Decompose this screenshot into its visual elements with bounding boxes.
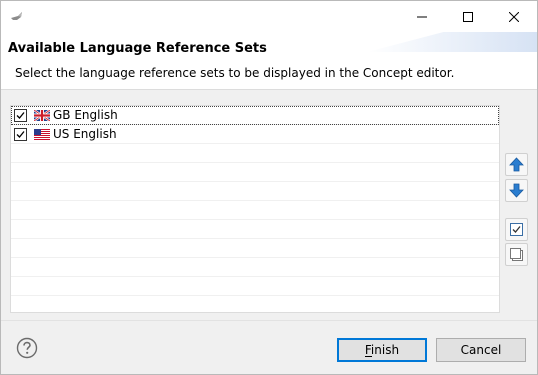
flag-us-icon — [34, 129, 50, 140]
list-item-label: US English — [53, 127, 117, 141]
arrow-down-icon — [509, 183, 524, 198]
maximize-button[interactable] — [445, 1, 491, 32]
empty-row — [11, 163, 499, 182]
empty-row — [11, 182, 499, 201]
maximize-icon — [463, 11, 473, 22]
checkbox[interactable] — [14, 128, 27, 141]
finish-label: Finish — [364, 343, 400, 357]
page-title: Available Language Reference Sets — [8, 41, 267, 56]
minimize-button[interactable] — [399, 1, 445, 32]
banner-decoration — [367, 32, 537, 52]
wizard-banner: Available Language Reference Sets Select… — [1, 32, 537, 90]
empty-row — [11, 220, 499, 239]
checkmark-icon — [16, 131, 25, 138]
move-up-button[interactable] — [505, 153, 528, 176]
list-item[interactable]: US English — [11, 125, 499, 144]
empty-row — [11, 258, 499, 277]
app-icon — [9, 9, 25, 25]
footer-separator — [1, 320, 537, 321]
empty-row — [11, 239, 499, 258]
cancel-button[interactable]: Cancel — [436, 338, 526, 362]
minimize-icon — [417, 16, 427, 17]
flag-gb-icon — [33, 109, 51, 122]
deselect-all-button[interactable] — [505, 243, 528, 266]
cancel-label: Cancel — [460, 343, 502, 357]
finish-label-text: Finish — [364, 343, 400, 357]
list-item[interactable]: GB English — [11, 106, 499, 125]
mnemonic-underline — [364, 356, 372, 357]
uncheck-all-icon — [510, 248, 523, 261]
select-all-button[interactable] — [505, 218, 528, 241]
checkmark-icon — [16, 112, 25, 119]
checkbox[interactable] — [14, 109, 27, 122]
help-icon — [16, 337, 38, 359]
arrow-up-icon — [509, 157, 524, 172]
title-bar — [1, 1, 537, 32]
empty-row — [11, 144, 499, 163]
empty-row — [11, 296, 499, 312]
empty-row — [11, 201, 499, 220]
page-description: Select the language reference sets to be… — [15, 66, 455, 80]
check-all-icon — [510, 223, 523, 236]
close-icon — [509, 11, 519, 22]
finish-button[interactable]: Finish — [337, 338, 427, 362]
dialog-window: Available Language Reference Sets Select… — [0, 0, 538, 375]
close-button[interactable] — [491, 1, 537, 32]
help-button[interactable] — [16, 337, 38, 359]
language-refset-list[interactable]: GB English US English — [10, 105, 500, 313]
empty-row — [11, 277, 499, 296]
list-item-label: GB English — [53, 108, 118, 122]
move-down-button[interactable] — [505, 179, 528, 202]
